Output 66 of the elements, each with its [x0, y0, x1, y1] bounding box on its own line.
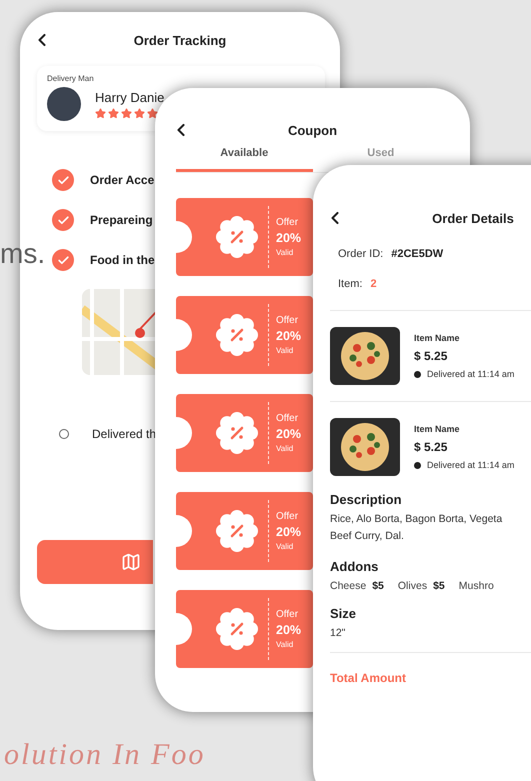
status-dot — [414, 370, 421, 378]
step-label: Food in the — [90, 253, 155, 267]
discount-badge-icon — [216, 412, 258, 454]
validity-text: Valid — [276, 640, 294, 649]
discount-badge-icon — [216, 314, 258, 356]
item-price: $ 5.25 — [414, 349, 448, 363]
star-icon — [134, 108, 145, 118]
delivery-man-label: Delivery Man — [47, 74, 95, 83]
offer-label: Offer — [276, 315, 300, 326]
coupon-card[interactable]: Offer 20% Valid — [176, 296, 313, 374]
coupon-card[interactable]: Offer 20% Valid — [176, 590, 313, 668]
delivery-status: Delivered at 11:14 am — [427, 460, 514, 470]
delivery-status: Delivered at 11:14 am — [427, 369, 514, 379]
offer-label: Offer — [276, 511, 300, 522]
driver-name: Harry Danie — [95, 90, 164, 104]
avatar — [47, 87, 81, 121]
step-label: Prepareing — [90, 213, 153, 227]
discount-badge-icon — [216, 216, 258, 258]
validity-text: Valid — [276, 248, 294, 257]
star-icon — [121, 108, 132, 118]
offer-value: 20% — [276, 231, 302, 245]
item-price: $ 5.25 — [414, 440, 448, 454]
star-icon — [108, 108, 119, 118]
offer-value: 20% — [276, 329, 302, 343]
section-title: Addons — [330, 559, 380, 574]
item-count-label: Item: — [338, 278, 362, 290]
tab[interactable]: Used — [367, 146, 394, 159]
total-amount-label: Total Amount — [330, 671, 407, 685]
order-id: #2CE5DW — [391, 248, 444, 260]
offer-label: Offer — [276, 609, 300, 620]
tab[interactable]: Available — [176, 146, 312, 172]
coupon-card[interactable]: Offer 20% Valid — [176, 394, 313, 472]
screen-title: Coupon — [288, 122, 338, 138]
offer-value: 20% — [276, 427, 302, 441]
description-text: Rice, Alo Borta, Bagon Borta, Vegeta Beef Curry, Dal. — [330, 512, 504, 544]
addon: Mushro — [458, 580, 494, 592]
validity-text: Valid — [276, 346, 294, 355]
offer-label: Offer — [276, 217, 300, 228]
item-name: Item Name — [414, 333, 461, 343]
step-label: Order Acce — [90, 173, 154, 187]
background-text: ms. — [0, 238, 46, 270]
section-title: Description — [330, 492, 403, 507]
validity-text: Valid — [276, 444, 294, 453]
section-title: Size — [330, 606, 358, 621]
screen-title: Order Details — [432, 210, 514, 226]
offer-label: Offer — [276, 413, 300, 424]
addon: Cheese $5 — [330, 580, 384, 592]
item-name: Item Name — [414, 424, 461, 434]
order-id-label: Order ID: — [338, 248, 384, 260]
star-icon — [95, 108, 106, 118]
screen-title: Order Tracking — [134, 32, 226, 48]
coupon-card[interactable]: Offer 20% Valid — [176, 492, 313, 570]
coupon-card[interactable]: Offer 20% Valid — [176, 198, 313, 276]
addon: Olives $5 — [398, 580, 445, 592]
offer-value: 20% — [276, 525, 302, 539]
size-value: 12" — [330, 626, 346, 641]
offer-value: 20% — [276, 623, 302, 637]
map-icon — [121, 552, 141, 572]
discount-badge-icon — [216, 510, 258, 552]
script-background-text: olution In Foo — [4, 738, 206, 772]
discount-badge-icon — [216, 608, 258, 650]
validity-text: Valid — [276, 542, 294, 551]
status-dot — [414, 462, 421, 468]
star-icon — [147, 108, 158, 118]
item-count: 2 — [370, 278, 377, 290]
map-button[interactable] — [37, 540, 153, 584]
